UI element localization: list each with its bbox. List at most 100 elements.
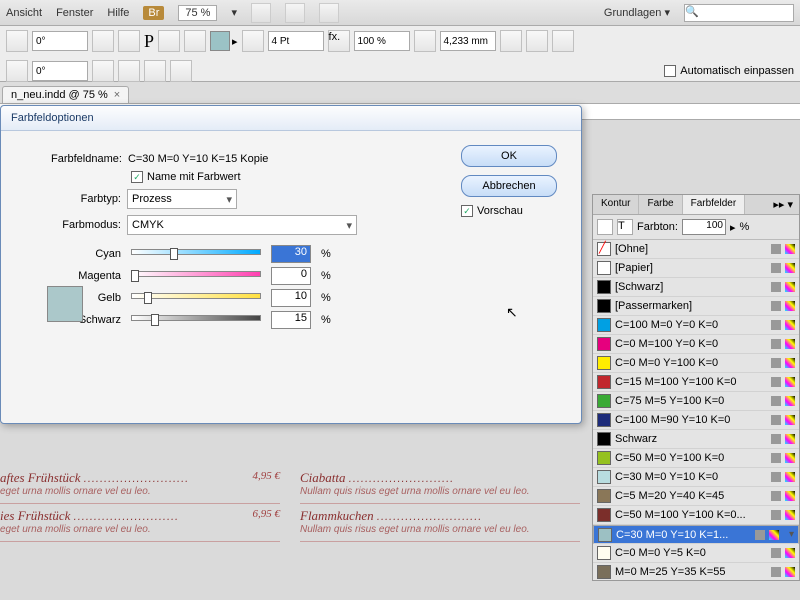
swatch-row[interactable]: C=100 M=90 Y=10 K=0 — [593, 411, 799, 430]
fx-icon[interactable]: fx. — [328, 30, 350, 52]
mode-label: Farbmodus: — [21, 219, 121, 231]
swatch-row[interactable]: C=0 M=100 Y=0 K=0 — [593, 335, 799, 354]
slider-track[interactable] — [131, 249, 261, 259]
menu-item-title: ies Frühstück ..........................… — [0, 508, 280, 524]
width-field[interactable]: 4,233 mm — [440, 31, 496, 51]
rotate-1[interactable]: 0° — [32, 31, 88, 51]
cmyk-icon — [785, 567, 795, 577]
swatch-row[interactable]: C=30 M=0 Y=10 K=0 — [593, 468, 799, 487]
swatches-panel: Kontur Farbe Farbfelder ▸▸ ▾ T Farbton: … — [592, 194, 800, 581]
tool-icon[interactable] — [184, 30, 206, 52]
flip-h-icon[interactable] — [92, 30, 114, 52]
scale-field[interactable]: 100 % — [354, 31, 410, 51]
cmyk-icon — [785, 491, 795, 501]
tool-icon[interactable] — [6, 30, 28, 52]
menu-item-title: Flammkuchen .......................... — [300, 508, 580, 524]
swatch-list: ╱ [Ohne] [Papier] [Schwarz] [Passermarke… — [593, 240, 799, 580]
menu-hilfe[interactable]: Hilfe — [107, 7, 129, 19]
slider-track[interactable] — [131, 271, 261, 281]
tool-icon[interactable] — [118, 60, 140, 82]
swatch-row[interactable]: C=100 M=0 Y=0 K=0 — [593, 316, 799, 335]
crop-icon[interactable] — [414, 30, 436, 52]
swatch-marker-icon — [771, 282, 781, 292]
type-label: Farbtyp: — [21, 193, 121, 205]
screen-mode-icon[interactable] — [285, 3, 305, 23]
menu-item-desc: Nullam quis risus eget urna mollis ornar… — [300, 486, 580, 497]
swatch-marker-icon — [755, 530, 765, 540]
mode-select[interactable]: CMYK — [127, 215, 357, 235]
swatch-marker-icon — [771, 567, 781, 577]
document-tabs: n_neu.indd @ 75 %× — [0, 82, 800, 104]
slider-track[interactable] — [131, 293, 261, 303]
tool-icon[interactable] — [144, 60, 166, 82]
slider-value[interactable]: 10 — [271, 289, 311, 307]
swatch-row[interactable]: [Papier] — [593, 259, 799, 278]
cmyk-icon — [785, 339, 795, 349]
type-select[interactable]: Prozess — [127, 189, 237, 209]
cancel-button[interactable]: Abbrechen — [461, 175, 557, 197]
stroke-weight[interactable]: 4 Pt — [268, 31, 324, 51]
swatch-row[interactable]: C=5 M=20 Y=40 K=45 — [593, 487, 799, 506]
slider-value[interactable]: 30 — [271, 245, 311, 263]
fit-icon[interactable] — [526, 30, 548, 52]
fit-icon[interactable] — [500, 30, 522, 52]
tab-kontur[interactable]: Kontur — [593, 195, 639, 214]
tint-input[interactable]: 100 — [682, 219, 726, 235]
cmyk-icon — [785, 396, 795, 406]
swatch-row[interactable]: C=50 M=100 Y=100 K=0... — [593, 506, 799, 525]
swatch-row[interactable]: C=75 M=5 Y=100 K=0 — [593, 392, 799, 411]
swatch-marker-icon — [771, 244, 781, 254]
swatch-row[interactable]: C=50 M=0 Y=100 K=0 — [593, 449, 799, 468]
stroke-icon[interactable] — [242, 30, 264, 52]
view-mode-icon[interactable] — [251, 3, 271, 23]
cmyk-icon — [769, 530, 779, 540]
preview-checkbox[interactable]: ✓ — [461, 205, 473, 217]
swatch-marker-icon — [771, 434, 781, 444]
swatch-row[interactable]: ╱ [Ohne] — [593, 240, 799, 259]
swatch-row[interactable]: C=0 M=0 Y=100 K=0 — [593, 354, 799, 373]
workspace-switcher[interactable]: Grundlagen ▾ — [604, 6, 670, 19]
slider-value[interactable]: 0 — [271, 267, 311, 285]
tool-icon[interactable] — [92, 60, 114, 82]
name-with-value-checkbox[interactable]: ✓ — [131, 171, 143, 183]
slider-value[interactable]: 15 — [271, 311, 311, 329]
stroke-indicator-icon[interactable]: T — [617, 219, 633, 235]
slider-track[interactable] — [131, 315, 261, 325]
tool-icon[interactable] — [170, 60, 192, 82]
fit-icon[interactable] — [552, 30, 574, 52]
search-input[interactable]: 🔍 — [684, 4, 794, 22]
cmyk-icon — [785, 358, 795, 368]
cmyk-icon — [785, 434, 795, 444]
close-icon[interactable]: × — [114, 89, 120, 101]
auto-fit-checkbox[interactable]: Automatisch einpassen — [664, 65, 794, 77]
swatch-marker-icon — [771, 358, 781, 368]
cmyk-icon — [785, 415, 795, 425]
bridge-icon[interactable]: Br — [143, 6, 164, 20]
panel-menu-icon[interactable]: ▸▸ ▾ — [767, 195, 799, 214]
rotate-2[interactable]: 0° — [32, 61, 88, 81]
swatch-row[interactable]: C=30 M=0 Y=10 K=1... — [593, 525, 799, 544]
swatch-row[interactable]: M=0 M=25 Y=35 K=55 — [593, 563, 799, 580]
swatch-row[interactable]: C=0 M=0 Y=5 K=0 — [593, 544, 799, 563]
document-tab[interactable]: n_neu.indd @ 75 %× — [2, 86, 129, 103]
tab-farbe[interactable]: Farbe — [639, 195, 682, 214]
swatch-row[interactable]: Schwarz — [593, 430, 799, 449]
swatch-marker-icon — [771, 548, 781, 558]
ok-button[interactable]: OK — [461, 145, 557, 167]
zoom-level[interactable]: 75 % — [178, 5, 217, 21]
cmyk-icon — [785, 282, 795, 292]
tab-farbfelder[interactable]: Farbfelder — [683, 195, 746, 214]
flip-v-icon[interactable] — [118, 30, 140, 52]
fill-swatch[interactable] — [210, 31, 230, 51]
cmyk-icon — [785, 453, 795, 463]
menu-ansicht[interactable]: Ansicht — [6, 7, 42, 19]
swatch-row[interactable]: C=15 M=100 Y=100 K=0 — [593, 373, 799, 392]
arrange-icon[interactable] — [319, 3, 339, 23]
fill-indicator-icon[interactable] — [597, 219, 613, 235]
swatch-marker-icon — [771, 377, 781, 387]
swatch-row[interactable]: [Schwarz] — [593, 278, 799, 297]
swatch-row[interactable]: [Passermarken] — [593, 297, 799, 316]
tool-icon[interactable] — [158, 30, 180, 52]
tool-icon[interactable] — [6, 60, 28, 82]
menu-fenster[interactable]: Fenster — [56, 7, 93, 19]
